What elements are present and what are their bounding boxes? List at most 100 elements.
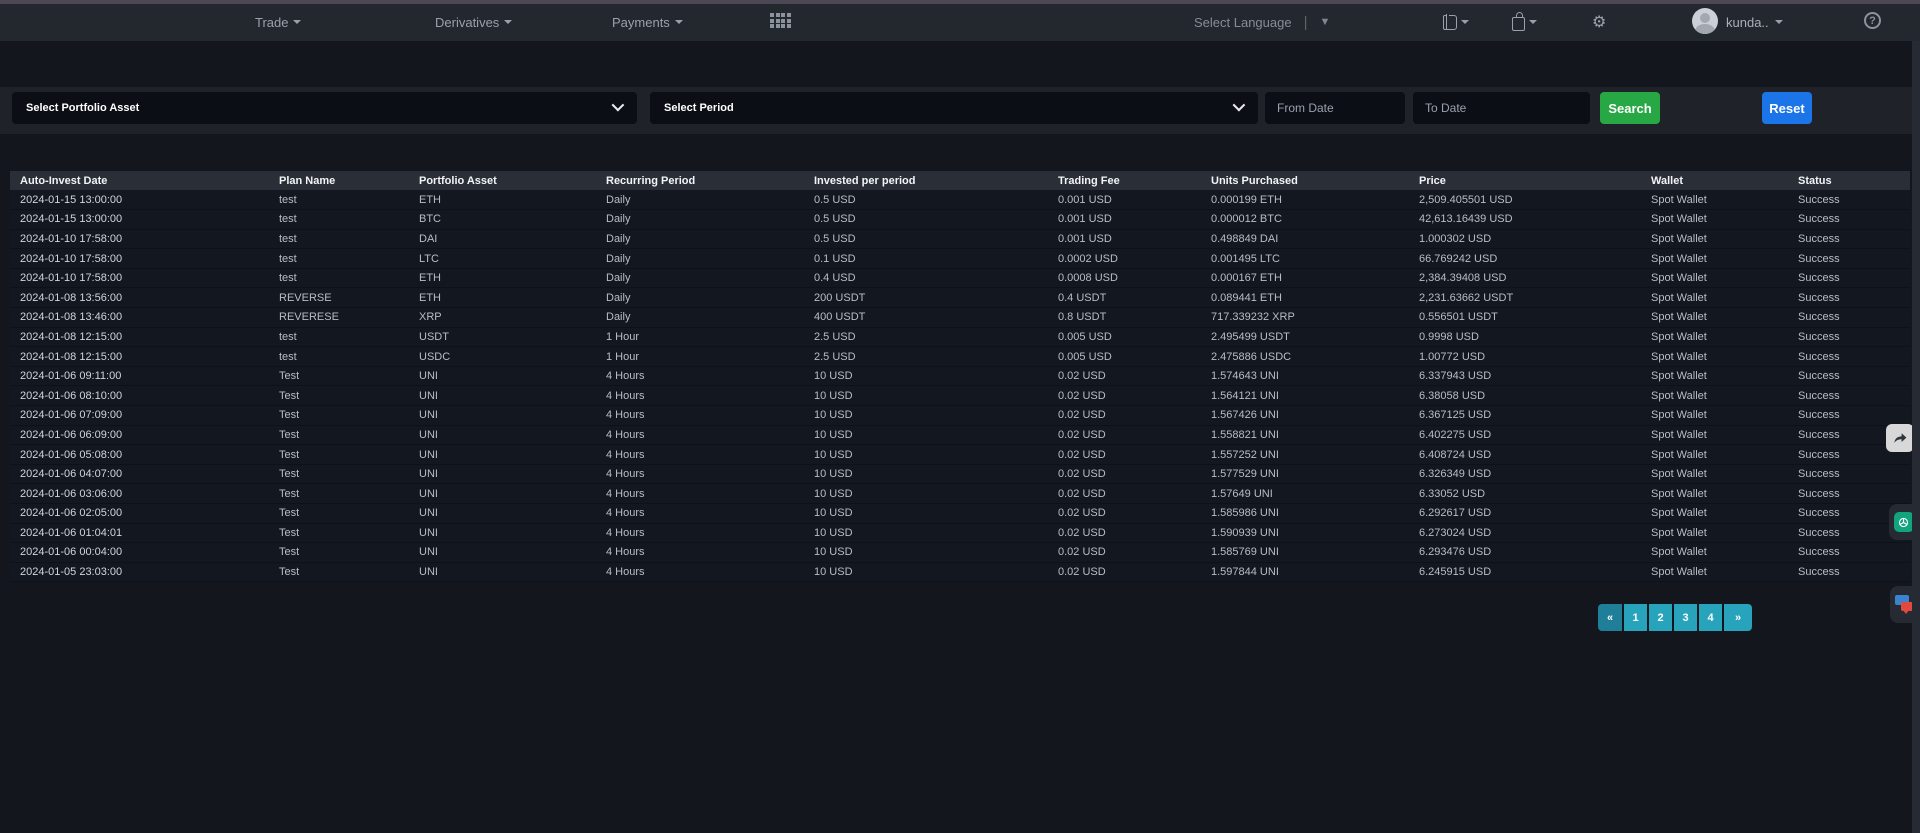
nav-item-payments[interactable]: Payments — [612, 0, 683, 41]
table-cell: 1.597844 UNI — [1201, 562, 1409, 582]
table-cell: 1.00772 USD — [1409, 347, 1641, 367]
table-cell: 0.02 USD — [1048, 504, 1201, 524]
table-cell: 0.4 USD — [804, 268, 1048, 288]
search-button[interactable]: Search — [1600, 92, 1660, 124]
table-cell: 4 Hours — [596, 386, 804, 406]
table-cell: 2024-01-15 13:00:00 — [10, 210, 269, 230]
table-cell: 0.005 USD — [1048, 347, 1201, 367]
table-cell: 0.02 USD — [1048, 523, 1201, 543]
table-cell: 0.02 USD — [1048, 445, 1201, 465]
table-cell: 6.38058 USD — [1409, 386, 1641, 406]
nav-item-trade[interactable]: Trade — [255, 0, 301, 41]
table-row: 2024-01-06 01:04:01TestUNI4 Hours10 USD0… — [10, 523, 1910, 543]
table-cell: Success — [1788, 268, 1910, 288]
portfolio-asset-select[interactable]: Select Portfolio Asset — [12, 92, 637, 124]
pagination-next-button[interactable]: » — [1724, 604, 1752, 631]
table-cell: Spot Wallet — [1641, 504, 1788, 524]
table-cell: 1.000302 USD — [1409, 229, 1641, 249]
vertical-scrollbar[interactable] — [1912, 41, 1920, 833]
table-cell: Test — [269, 523, 409, 543]
table-cell: 0.000199 ETH — [1201, 190, 1409, 210]
pagination-page-1[interactable]: 1 — [1624, 604, 1647, 631]
openai-logo-icon — [1894, 512, 1914, 532]
table-cell: Spot Wallet — [1641, 562, 1788, 582]
table-cell: Spot Wallet — [1641, 347, 1788, 367]
table-cell: Spot Wallet — [1641, 229, 1788, 249]
table-cell: 0.5 USD — [804, 190, 1048, 210]
period-select[interactable]: Select Period — [650, 92, 1258, 124]
separator: | — [1304, 14, 1308, 31]
avatar[interactable] — [1692, 8, 1718, 34]
table-cell: 2,231.63662 USDT — [1409, 288, 1641, 308]
pagination-prev-button[interactable]: « — [1598, 604, 1622, 631]
settings-button[interactable]: ⚙ — [1592, 3, 1606, 41]
table-cell: UNI — [409, 425, 596, 445]
table-cell: 4 Hours — [596, 366, 804, 386]
table-cell: test — [269, 249, 409, 269]
table-cell: 2024-01-06 06:09:00 — [10, 425, 269, 445]
table-cell: 2024-01-10 17:58:00 — [10, 229, 269, 249]
table-cell: 1.564121 UNI — [1201, 386, 1409, 406]
table-cell: 1.57649 UNI — [1201, 484, 1409, 504]
table-cell: 1.577529 UNI — [1201, 464, 1409, 484]
apps-grid-icon[interactable] — [770, 13, 791, 29]
column-header: Price — [1409, 171, 1641, 190]
table-cell: 10 USD — [804, 523, 1048, 543]
wallet-menu[interactable] — [1512, 3, 1537, 41]
user-menu[interactable]: kunda.. — [1726, 3, 1783, 41]
nav-item-derivatives[interactable]: Derivatives — [435, 0, 512, 41]
from-date-input[interactable] — [1265, 92, 1405, 124]
table-row: 2024-01-08 12:15:00testUSDC1 Hour2.5 USD… — [10, 347, 1910, 367]
reset-button[interactable]: Reset — [1762, 92, 1812, 124]
chevron-down-icon — [612, 99, 625, 112]
table-cell: 2.495499 USDT — [1201, 327, 1409, 347]
orders-menu[interactable] — [1443, 3, 1469, 41]
table-cell: 2024-01-06 07:09:00 — [10, 406, 269, 426]
table-cell: 1.558821 UNI — [1201, 425, 1409, 445]
table-cell: 10 USD — [804, 425, 1048, 445]
table-cell: 0.1 USD — [804, 249, 1048, 269]
table-cell: 0.02 USD — [1048, 464, 1201, 484]
language-selector[interactable]: Select Language | ▼ — [1194, 3, 1330, 41]
table-cell: ETH — [409, 288, 596, 308]
table-cell: 2.5 USD — [804, 347, 1048, 367]
help-icon[interactable]: ? — [1864, 12, 1881, 29]
table-cell: Daily — [596, 288, 804, 308]
table-cell: 66.769242 USD — [1409, 249, 1641, 269]
table-cell: Daily — [596, 268, 804, 288]
table-cell: Test — [269, 562, 409, 582]
table-cell: 6.293476 USD — [1409, 543, 1641, 563]
table-body: 2024-01-15 13:00:00testETHDaily0.5 USD0.… — [10, 190, 1910, 582]
to-date-input[interactable] — [1413, 92, 1590, 124]
chevron-down-icon — [1233, 99, 1246, 112]
table-cell: 0.02 USD — [1048, 562, 1201, 582]
table-cell: 0.02 USD — [1048, 484, 1201, 504]
table-cell: UNI — [409, 464, 596, 484]
table-cell: 10 USD — [804, 464, 1048, 484]
table-cell: 6.402275 USD — [1409, 425, 1641, 445]
column-header: Plan Name — [269, 171, 409, 190]
pagination-page-2[interactable]: 2 — [1649, 604, 1672, 631]
table-cell: Success — [1788, 288, 1910, 308]
table-cell: 717.339232 XRP — [1201, 308, 1409, 328]
pagination-page-4[interactable]: 4 — [1699, 604, 1722, 631]
top-navigation-bar: Trade Derivatives Payments Select Langua… — [0, 0, 1920, 41]
table-cell: Success — [1788, 327, 1910, 347]
share-widget[interactable] — [1886, 424, 1914, 452]
pagination-page-3[interactable]: 3 — [1674, 604, 1697, 631]
chevron-down-icon — [1775, 20, 1783, 24]
table-row: 2024-01-06 09:11:00TestUNI4 Hours10 USD0… — [10, 366, 1910, 386]
table-cell: 4 Hours — [596, 445, 804, 465]
table-cell: 0.0008 USD — [1048, 268, 1201, 288]
table-cell: Test — [269, 464, 409, 484]
table-cell: 4 Hours — [596, 523, 804, 543]
table-cell: 0.005 USD — [1048, 327, 1201, 347]
table-cell: test — [269, 229, 409, 249]
table-cell: Success — [1788, 464, 1910, 484]
table-cell: 6.326349 USD — [1409, 464, 1641, 484]
table-cell: 0.000167 ETH — [1201, 268, 1409, 288]
table-cell: 0.498849 DAI — [1201, 229, 1409, 249]
table-cell: UNI — [409, 504, 596, 524]
table-row: 2024-01-05 23:03:00TestUNI4 Hours10 USD0… — [10, 562, 1910, 582]
pagination: «1234» — [1598, 604, 1752, 631]
